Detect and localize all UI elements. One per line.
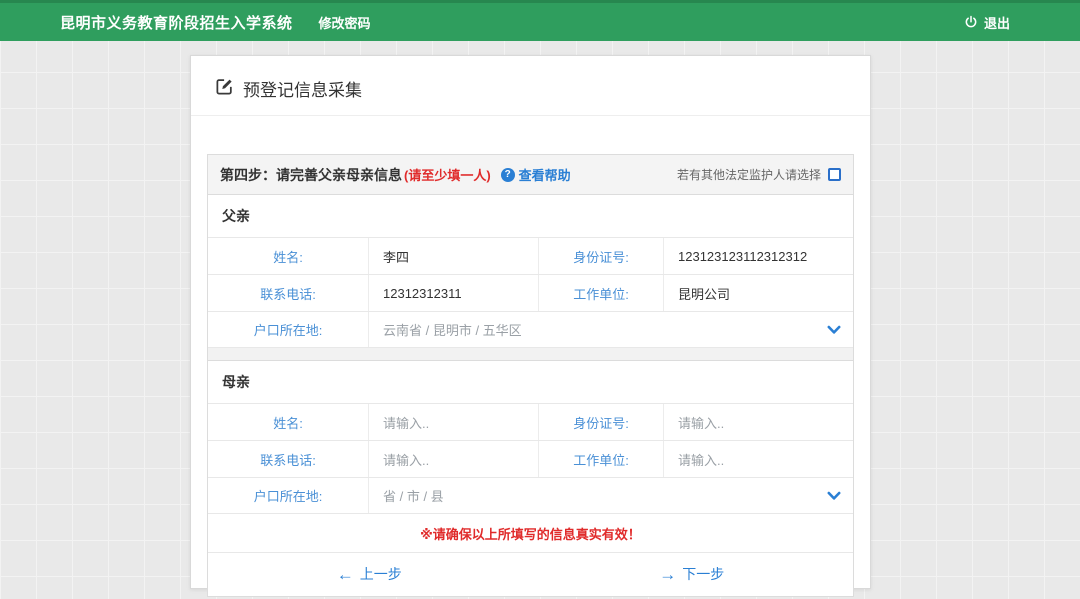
father-work-label: 工作单位: bbox=[538, 275, 663, 311]
next-half: → 下一步 bbox=[531, 564, 854, 584]
father-row-phone-work: 联系电话: 12312312311 工作单位: 昆明公司 bbox=[208, 275, 853, 312]
section-gap bbox=[208, 348, 853, 361]
father-residence-label: 户口所在地: bbox=[208, 312, 368, 347]
father-residence-row: 户口所在地: 云南省 / 昆明市 / 五华区 bbox=[208, 312, 853, 348]
mother-id-label: 身份证号: bbox=[538, 404, 663, 440]
help-link[interactable]: ? 查看帮助 bbox=[501, 165, 571, 184]
next-step-label: 下一步 bbox=[682, 564, 724, 584]
change-password-link[interactable]: 修改密码 bbox=[319, 13, 371, 32]
guardian-option-label: 若有其他法定监护人请选择 bbox=[677, 166, 821, 183]
mother-residence-label: 户口所在地: bbox=[208, 478, 368, 513]
mother-section: 母亲 姓名: 请输入.. 身份证号: 请输入.. 联系电话: 请输入.. 工作单… bbox=[208, 361, 853, 514]
mother-phone-label: 联系电话: bbox=[208, 441, 368, 477]
logout-button[interactable]: 退出 bbox=[984, 13, 1010, 32]
mother-residence-value[interactable]: 省 / 市 / 县 bbox=[368, 478, 827, 513]
help-link-label: 查看帮助 bbox=[519, 165, 571, 184]
father-row-name-id: 姓名: 李四 身份证号: 123123123112312312 bbox=[208, 238, 853, 275]
page-title: 预登记信息采集 bbox=[243, 76, 362, 101]
power-icon bbox=[964, 15, 978, 29]
prev-step-button[interactable]: ← 上一步 bbox=[337, 564, 402, 584]
father-phone-value[interactable]: 12312312311 bbox=[368, 275, 538, 311]
topbar-right-group: 退出 bbox=[964, 13, 1010, 32]
edit-icon bbox=[215, 77, 234, 101]
father-id-label: 身份证号: bbox=[538, 238, 663, 274]
mother-name-label: 姓名: bbox=[208, 404, 368, 440]
chevron-down-icon[interactable] bbox=[827, 491, 841, 501]
mother-phone-value[interactable]: 请输入.. bbox=[368, 441, 538, 477]
father-residence-value[interactable]: 云南省 / 昆明市 / 五华区 bbox=[368, 312, 827, 347]
father-section: 父亲 姓名: 李四 身份证号: 123123123112312312 联系电话:… bbox=[208, 195, 853, 348]
mother-work-value[interactable]: 请输入.. bbox=[663, 441, 853, 477]
mother-name-value[interactable]: 请输入.. bbox=[368, 404, 538, 440]
mother-section-title: 母亲 bbox=[208, 361, 853, 404]
arrow-right-icon: → bbox=[659, 566, 676, 583]
mother-id-value[interactable]: 请输入.. bbox=[663, 404, 853, 440]
form-area: 第四步：请完善父亲母亲信息 (请至少填一人) ? 查看帮助 若有其他法定监护人请… bbox=[207, 154, 854, 597]
prev-half: ← 上一步 bbox=[208, 564, 531, 584]
father-name-value[interactable]: 李四 bbox=[368, 238, 538, 274]
chevron-down-icon[interactable] bbox=[827, 325, 841, 335]
step-note: (请至少填一人) bbox=[404, 165, 491, 184]
arrow-left-icon: ← bbox=[337, 566, 354, 583]
father-id-value[interactable]: 123123123112312312 bbox=[663, 238, 853, 274]
next-step-button[interactable]: → 下一步 bbox=[659, 564, 724, 584]
mother-residence-row: 户口所在地: 省 / 市 / 县 bbox=[208, 478, 853, 514]
top-navbar: 昆明市义务教育阶段招生入学系统 修改密码 退出 bbox=[0, 0, 1080, 41]
prev-step-label: 上一步 bbox=[360, 564, 402, 584]
step-title: 第四步：请完善父亲母亲信息 bbox=[220, 165, 402, 185]
mother-work-label: 工作单位: bbox=[538, 441, 663, 477]
warning-text: ※请确保以上所填写的信息真实有效！ bbox=[208, 514, 853, 553]
question-icon: ? bbox=[501, 168, 515, 182]
father-section-title: 父亲 bbox=[208, 195, 853, 238]
father-work-value[interactable]: 昆明公司 bbox=[663, 275, 853, 311]
app-title: 昆明市义务教育阶段招生入学系统 bbox=[60, 12, 293, 33]
father-phone-label: 联系电话: bbox=[208, 275, 368, 311]
father-name-label: 姓名: bbox=[208, 238, 368, 274]
main-card: 预登记信息采集 第四步：请完善父亲母亲信息 (请至少填一人) ? 查看帮助 若有… bbox=[190, 55, 871, 589]
guardian-checkbox[interactable] bbox=[828, 168, 841, 181]
mother-row-name-id: 姓名: 请输入.. 身份证号: 请输入.. bbox=[208, 404, 853, 441]
step-header: 第四步：请完善父亲母亲信息 (请至少填一人) ? 查看帮助 若有其他法定监护人请… bbox=[208, 155, 853, 195]
step-navigation: ← 上一步 → 下一步 bbox=[208, 553, 853, 596]
card-header: 预登记信息采集 bbox=[191, 56, 870, 116]
mother-row-phone-work: 联系电话: 请输入.. 工作单位: 请输入.. bbox=[208, 441, 853, 478]
